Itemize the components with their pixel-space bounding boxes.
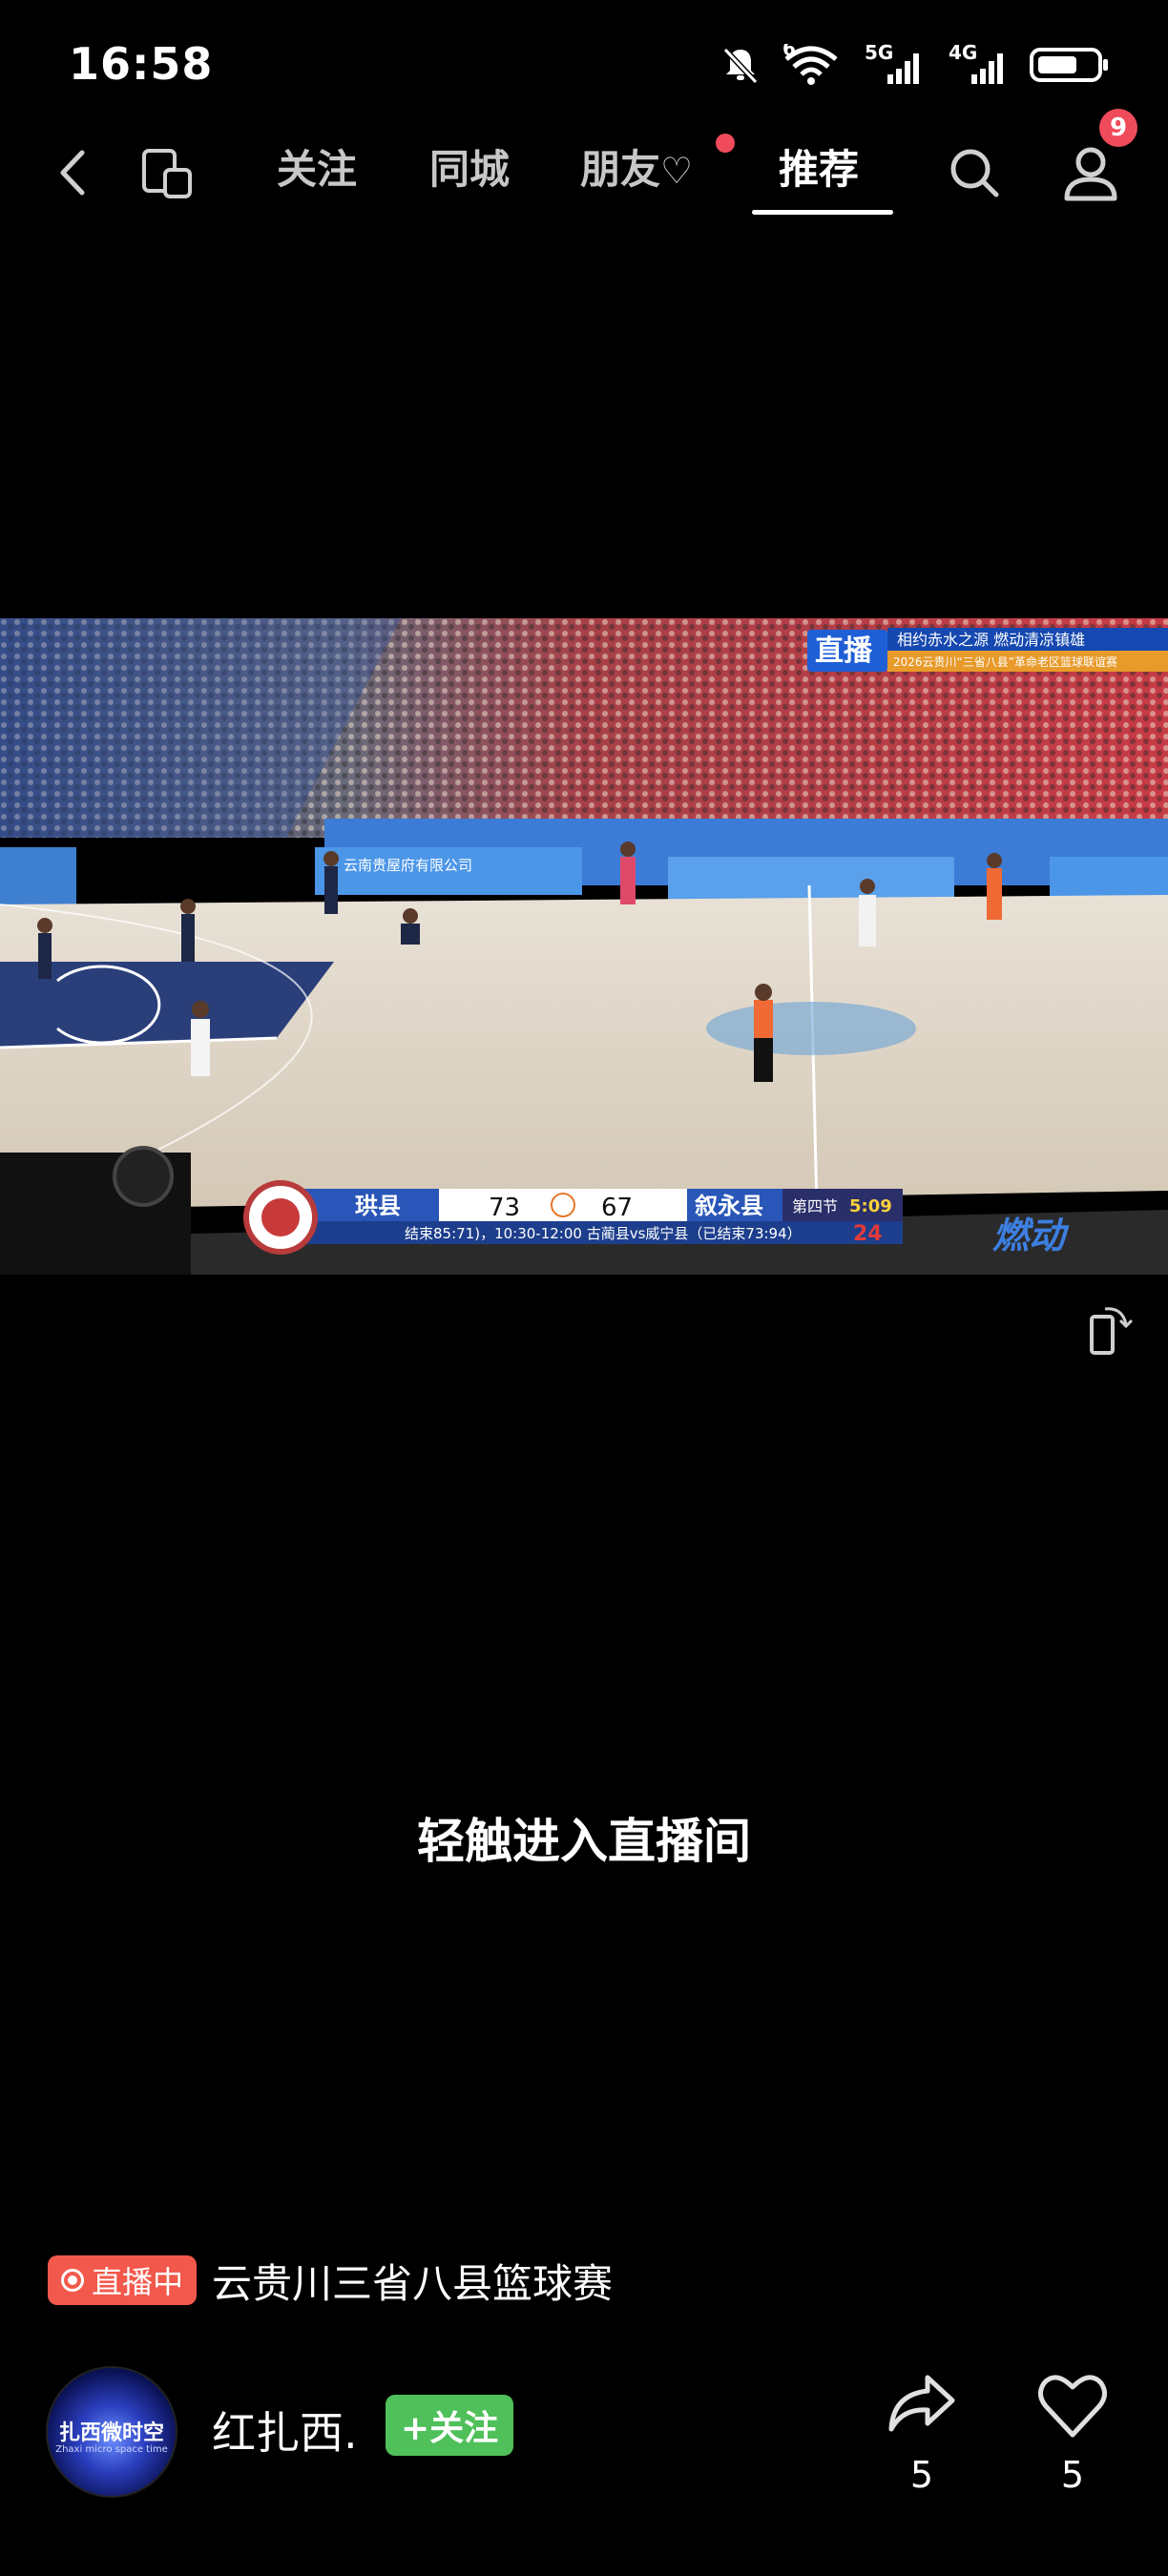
signal-4g-icon: 4G bbox=[949, 42, 1003, 84]
home-score: 73 bbox=[489, 1194, 520, 1222]
score-ticker: 结束85:71)，10:30-12:00 古蔺县vs威宁县（已结束73:94） bbox=[405, 1225, 802, 1242]
enter-live-room-prompt[interactable]: 轻触进入直播间 bbox=[0, 1803, 1168, 1872]
profile-notification-badge: 9 bbox=[1099, 109, 1137, 147]
live-logo: 直播 bbox=[815, 634, 873, 668]
battery-icon bbox=[1030, 48, 1108, 82]
multi-window-icon[interactable] bbox=[138, 145, 196, 202]
corner-text: 燃动 bbox=[992, 1215, 1070, 1257]
away-team: 叙永县 bbox=[695, 1193, 763, 1219]
status-icons: 6 5G 4G bbox=[720, 42, 1111, 88]
live-video[interactable]: 云南贵屋府有限公司 直播 相约赤水之源 燃动清凉镇雄 2026云贵川“三省八县”… bbox=[0, 618, 1168, 1275]
active-tab-indicator bbox=[752, 210, 893, 215]
author-row: 扎西微时空 Zhaxi micro space time 红扎西. +关注 5 … bbox=[46, 2366, 1143, 2498]
video-scene: 云南贵屋府有限公司 直播 相约赤水之源 燃动清凉镇雄 2026云贵川“三省八县”… bbox=[0, 618, 1168, 1275]
top-nav: 关注 同城 朋友♡ 推荐 9 bbox=[0, 109, 1168, 229]
share-icon[interactable] bbox=[884, 2366, 960, 2442]
heart-outline-icon: ♡ bbox=[660, 150, 694, 192]
signal-5g-label: 5G bbox=[865, 42, 893, 64]
follow-button[interactable]: +关注 bbox=[386, 2395, 514, 2456]
tab-follow[interactable]: 关注 bbox=[277, 141, 357, 198]
status-time: 16:58 bbox=[69, 38, 214, 90]
like-count: 5 bbox=[1060, 2454, 1085, 2496]
wifi-icon: 6 bbox=[782, 44, 838, 85]
scoreboard: 珙县 73 67 叙永县 第四节 5:09 24 结束85:71)，10:30-… bbox=[243, 1180, 903, 1255]
signal-5g-icon: 5G bbox=[865, 42, 919, 84]
live-info-row[interactable]: 直播中 云贵川三省八县篮球赛 bbox=[48, 2254, 613, 2307]
period: 第四节 bbox=[792, 1197, 838, 1215]
court-board-text: 云南贵屋府有限公司 bbox=[344, 858, 472, 874]
tab-friends-label: 朋友 bbox=[580, 146, 661, 193]
live-title[interactable]: 云贵川三省八县篮球赛 bbox=[212, 2252, 613, 2310]
rotate-screen-icon[interactable] bbox=[1078, 1299, 1137, 1359]
tab-recommend[interactable]: 推荐 bbox=[779, 141, 859, 198]
avatar-subtext: Zhaxi micro space time bbox=[55, 2444, 168, 2455]
search-icon[interactable] bbox=[945, 143, 1004, 202]
banner-line1: 相约赤水之源 燃动清凉镇雄 bbox=[897, 631, 1085, 649]
away-score: 67 bbox=[601, 1194, 633, 1222]
wifi-index: 6 bbox=[782, 44, 796, 60]
tab-nearby[interactable]: 同城 bbox=[429, 141, 510, 198]
shot-clock: 24 bbox=[853, 1222, 883, 1246]
share-count: 5 bbox=[909, 2454, 934, 2496]
mute-icon bbox=[722, 47, 759, 85]
banner-line2: 2026云贵川“三省八县”革命老区篮球联谊赛 bbox=[893, 654, 1117, 669]
game-clock: 5:09 bbox=[849, 1196, 892, 1216]
friends-notification-dot bbox=[716, 134, 735, 153]
author-avatar[interactable]: 扎西微时空 Zhaxi micro space time bbox=[46, 2366, 177, 2498]
live-dot-icon bbox=[61, 2269, 84, 2292]
signal-4g-label: 4G bbox=[949, 42, 977, 64]
live-badge-label: 直播中 bbox=[92, 2264, 184, 2300]
profile-icon[interactable] bbox=[1059, 141, 1122, 204]
back-arrow-icon[interactable] bbox=[50, 141, 97, 204]
tab-friends[interactable]: 朋友♡ bbox=[580, 141, 693, 198]
avatar-text: 扎西微时空 bbox=[58, 2421, 164, 2445]
status-bar: 16:58 6 5G 4G bbox=[0, 0, 1168, 134]
heart-icon[interactable] bbox=[1034, 2368, 1111, 2444]
home-team: 珙县 bbox=[355, 1193, 401, 1219]
live-badge: 直播中 bbox=[48, 2255, 198, 2305]
author-name[interactable]: 红扎西. bbox=[212, 2399, 358, 2462]
